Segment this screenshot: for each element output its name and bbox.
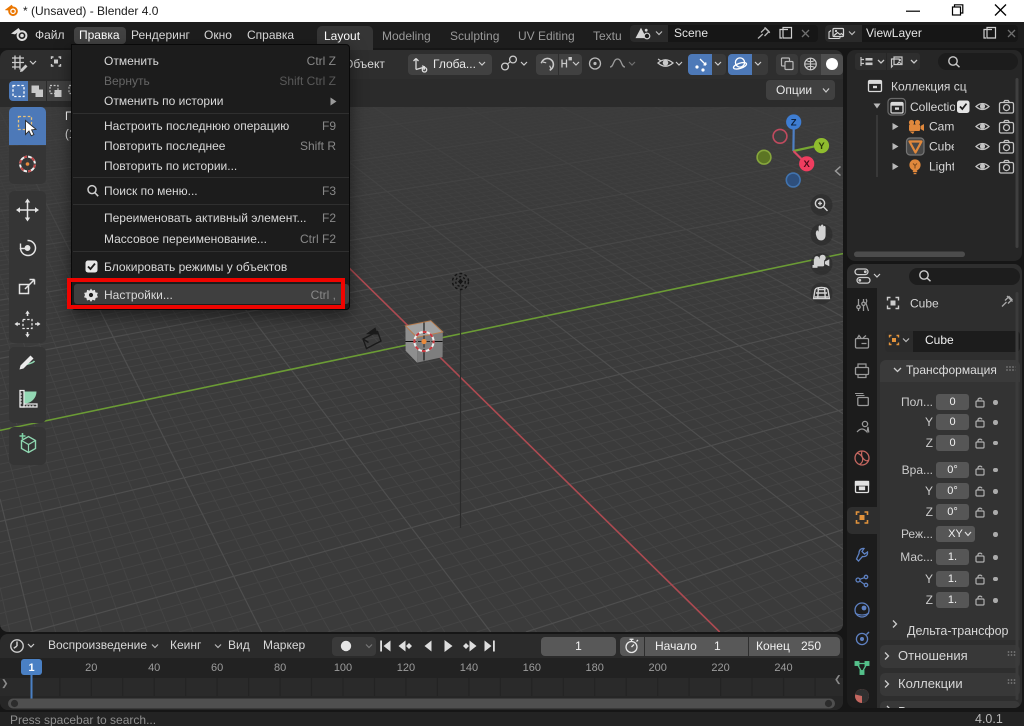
svg-text:40: 40 bbox=[148, 662, 160, 674]
svg-text:120: 120 bbox=[397, 662, 415, 674]
svg-text:Camera: Camera bbox=[929, 120, 972, 134]
svg-text:20: 20 bbox=[85, 662, 97, 674]
svg-text:X: X bbox=[804, 159, 811, 170]
svg-text:Y: Y bbox=[818, 141, 825, 152]
svg-text:220: 220 bbox=[711, 662, 729, 674]
svg-text:1: 1 bbox=[28, 662, 34, 674]
svg-text:240: 240 bbox=[774, 662, 792, 674]
svg-text:140: 140 bbox=[460, 662, 478, 674]
svg-text:Cube: Cube bbox=[929, 140, 958, 154]
svg-text:200: 200 bbox=[649, 662, 667, 674]
svg-text:160: 160 bbox=[523, 662, 541, 674]
svg-text:180: 180 bbox=[586, 662, 604, 674]
svg-text:❮: ❮ bbox=[834, 674, 842, 685]
svg-text:Cube: Cube bbox=[910, 297, 939, 311]
svg-text:60: 60 bbox=[211, 662, 223, 674]
svg-text:Коллекция сц: Коллекция сц bbox=[891, 80, 967, 94]
svg-text:100: 100 bbox=[334, 662, 352, 674]
svg-text:Z: Z bbox=[791, 117, 797, 128]
svg-text:Collection: Collection bbox=[910, 100, 963, 114]
svg-text:80: 80 bbox=[274, 662, 286, 674]
svg-text:Light: Light bbox=[929, 160, 956, 174]
svg-text:❯: ❯ bbox=[1, 678, 9, 689]
